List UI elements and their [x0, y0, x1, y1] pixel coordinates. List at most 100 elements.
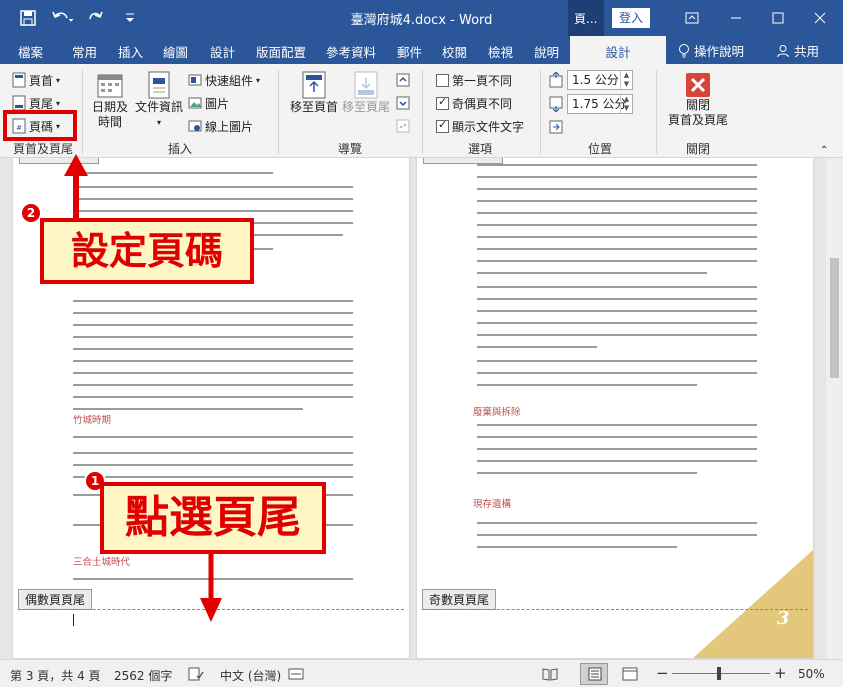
goto-footer-label: 移至頁尾 [341, 100, 390, 114]
text-line [73, 396, 353, 398]
zoom-slider-track[interactable] [672, 673, 770, 674]
customize-qat-icon[interactable] [116, 6, 144, 30]
goto-footer-button[interactable]: 移至頁尾 [340, 70, 392, 115]
text-line [477, 164, 757, 166]
tab-file[interactable]: 檔案 [18, 42, 43, 61]
header-position-value: 1.5 公分 [572, 73, 619, 87]
goto-header-label: 移至頁首 [289, 100, 338, 114]
footer-boundary [422, 609, 808, 610]
save-icon[interactable] [14, 6, 42, 30]
share-button[interactable]: 共用 [776, 41, 819, 60]
language-status[interactable]: 中文 (台灣) [220, 667, 281, 684]
group-label-navigation: 導覽 [337, 142, 362, 156]
tab-header-footer-design[interactable]: 設計 [570, 36, 666, 64]
text-line [73, 336, 353, 338]
tab-draw[interactable]: 繪圖 [163, 42, 188, 61]
tab-home[interactable]: 常用 [72, 42, 97, 61]
text-line [477, 448, 757, 450]
ribbon-display-options-icon[interactable] [672, 4, 712, 32]
insert-alignment-tab-button[interactable] [548, 117, 564, 137]
scrollbar-thumb[interactable] [830, 258, 839, 378]
date-time-button[interactable]: 日期及 時間 [88, 70, 132, 130]
different-odd-even-checkbox[interactable]: 奇偶頁不同 [436, 93, 512, 113]
track-changes-icon[interactable] [288, 667, 304, 684]
text-line [477, 346, 597, 348]
group-separator [656, 70, 657, 154]
tab-review[interactable]: 校閱 [442, 42, 467, 61]
document-info-icon [148, 71, 170, 99]
close-header-footer-button[interactable]: 關閉 頁首及頁尾 [664, 72, 732, 128]
text-line [477, 436, 757, 438]
footer-position-input[interactable]: 1.75 公分 ▲ ▼ [567, 94, 633, 114]
page-right[interactable]: 廢棄與拆除 現存遺構 3 奇數頁頁尾 [417, 158, 813, 658]
zoom-in-icon[interactable]: + [774, 664, 787, 682]
spinner-arrows-icon[interactable]: ▲ ▼ [620, 71, 632, 89]
status-bar: 第 3 頁，共 4 頁 2562 個字 中文 (台灣) − + 50% [0, 659, 843, 687]
text-line [73, 372, 353, 374]
header-button[interactable]: 頁首 ▾ [12, 70, 60, 90]
header-from-top-icon [549, 72, 563, 88]
goto-header-button[interactable]: 移至頁首 [288, 70, 340, 115]
different-first-page-checkbox[interactable]: 第一頁不同 [436, 70, 512, 90]
text-line [73, 464, 353, 466]
maximize-icon[interactable] [758, 4, 798, 32]
link-to-previous-button[interactable] [396, 116, 410, 136]
pictures-label: 圖片 [205, 96, 230, 111]
calendar-icon [97, 74, 123, 98]
text-line [477, 534, 757, 536]
tab-view[interactable]: 檢視 [488, 42, 513, 61]
tab-references[interactable]: 參考資料 [326, 42, 376, 61]
read-mode-icon[interactable] [542, 667, 558, 684]
tell-me-box[interactable]: 操作說明 [678, 41, 744, 60]
pictures-button[interactable]: 圖片 [188, 93, 229, 113]
chevron-down-icon: ▾ [56, 98, 61, 108]
text-line [477, 176, 757, 178]
tab-layout[interactable]: 版面配置 [256, 42, 306, 61]
text-line [477, 298, 757, 300]
zoom-out-icon[interactable]: − [656, 664, 669, 682]
document-info-button[interactable]: 文件資訊 ▾ [134, 70, 184, 130]
undo-icon[interactable] [48, 6, 76, 30]
word-count[interactable]: 2562 個字 [114, 667, 172, 684]
spinner-arrows-icon[interactable]: ▲ ▼ [620, 95, 632, 113]
footer-cursor [73, 614, 74, 626]
header-position-input[interactable]: 1.5 公分 ▲ ▼ [567, 70, 633, 90]
quick-parts-button[interactable]: 快速組件 ▾ [188, 70, 260, 90]
minimize-icon[interactable] [716, 4, 756, 32]
header-position-spinner[interactable]: 1.5 公分 ▲ ▼ [548, 70, 633, 90]
title-bar: 臺灣府城4.docx - Word 頁... 登入 [0, 0, 843, 36]
link-icon [396, 119, 410, 133]
page-count[interactable]: 第 3 頁，共 4 頁 [10, 667, 101, 684]
vertical-scrollbar[interactable] [826, 158, 843, 659]
tab-design[interactable]: 設計 [210, 42, 235, 61]
show-document-text-checkbox[interactable]: 顯示文件文字 [436, 116, 524, 136]
online-pictures-button[interactable]: 線上圖片 [188, 116, 253, 136]
web-layout-icon[interactable] [622, 667, 638, 684]
text-line [477, 236, 757, 238]
tab-help[interactable]: 說明 [534, 42, 559, 61]
text-line [477, 310, 757, 312]
redo-icon[interactable] [82, 6, 110, 30]
zoom-level[interactable]: 50% [798, 667, 825, 681]
previous-section-button[interactable] [396, 70, 410, 90]
footer-position-spinner[interactable]: 1.75 公分 ▲ ▼ [548, 94, 633, 114]
ribbon-tabs: 檔案 常用 插入 繪圖 設計 版面配置 參考資料 郵件 校閱 檢視 說明 設計 … [0, 36, 843, 64]
proofing-icon[interactable] [188, 667, 204, 684]
login-button[interactable]: 登入 [612, 8, 650, 28]
next-section-button[interactable] [396, 93, 410, 113]
collapse-ribbon-icon[interactable]: ⌃ [820, 140, 828, 160]
goto-footer-icon [354, 71, 378, 99]
text-line [73, 436, 353, 438]
checkbox-box-checked [436, 118, 449, 133]
page-corner-decoration [693, 550, 813, 658]
footer-icon [12, 95, 26, 111]
tab-mailings[interactable]: 郵件 [397, 42, 422, 61]
alignment-tab-icon [549, 120, 563, 134]
print-layout-icon[interactable] [580, 663, 608, 685]
step2-callout: 設定頁碼 [40, 218, 254, 284]
tab-insert[interactable]: 插入 [118, 42, 143, 61]
close-window-icon[interactable] [800, 4, 840, 32]
different-odd-even-label: 奇偶頁不同 [452, 96, 513, 111]
zoom-slider-thumb[interactable] [717, 667, 721, 680]
text-line [73, 186, 353, 188]
